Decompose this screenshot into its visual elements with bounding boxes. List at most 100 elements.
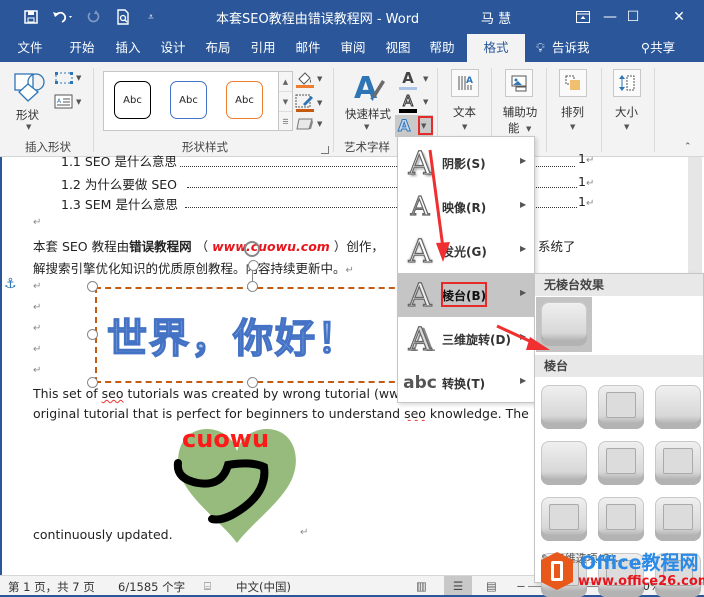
lightbulb-icon: 💡︎ (536, 40, 545, 55)
tab-review[interactable]: 审阅 (331, 34, 375, 62)
annotation-highlight-box (418, 116, 433, 135)
zoom-out-icon[interactable]: − (516, 579, 526, 593)
shapes-button[interactable]: 形状 ▼ (10, 68, 46, 131)
text-effects-menu: A 阴影(S) ▶ A 映像(R) ▶ A 发光(G) ▶ A 棱台(B) ▶ … (397, 136, 535, 403)
bevel-preset-4[interactable] (541, 441, 587, 485)
shape-style-blue[interactable]: Abc (170, 81, 207, 119)
undo-icon[interactable] (50, 6, 76, 28)
bevel-preset-7[interactable] (541, 497, 587, 541)
draw-textbox-button[interactable]: A ▼ (54, 94, 84, 112)
bevel-preset-9[interactable] (655, 497, 701, 541)
transform-icon: abc (403, 373, 437, 393)
quick-styles-button[interactable]: A 快速样式 ▼ (340, 68, 394, 134)
tab-mailings[interactable]: 邮件 (286, 34, 330, 62)
submenu-arrow-icon: ▶ (520, 376, 527, 385)
redo-icon[interactable] (83, 6, 103, 28)
bevel-preset-8[interactable] (598, 497, 644, 541)
toc-entry[interactable]: 1.1 SEO 是什么意思 (61, 151, 177, 169)
group-divider (333, 68, 334, 152)
shape-style-black[interactable]: Abc (114, 81, 151, 119)
edit-shape-button[interactable]: ▼ (54, 70, 84, 88)
text-effects-icon: A (397, 116, 411, 136)
share-label: 共享 (650, 40, 676, 55)
tell-me-search[interactable]: 💡︎ 告诉我 (536, 34, 606, 62)
arrange-button[interactable]: 排列 ▼ (554, 68, 594, 134)
no-bevel-option[interactable] (536, 297, 592, 352)
window-border (0, 157, 2, 575)
word-count[interactable]: 6/1585 个字 (118, 579, 185, 595)
tab-help[interactable]: 帮助 (420, 34, 464, 62)
text-button[interactable]: A 文本 ▼ (446, 68, 486, 134)
print-layout-icon[interactable]: ☰ (444, 576, 472, 597)
shapes-icon (14, 73, 45, 102)
logo-text: cuowu (182, 425, 269, 453)
page-count[interactable]: 第 1 页，共 7 页 (8, 579, 95, 595)
wordart-text[interactable]: 世界，你好！ (106, 306, 359, 364)
menu-item-3d-rotation[interactable]: A 三维旋转(D) ▶ (398, 317, 534, 361)
gallery-scroll-up-icon[interactable]: ▲ (279, 72, 292, 92)
bevel-preset-2[interactable] (598, 385, 644, 429)
tab-layout[interactable]: 布局 (196, 34, 240, 62)
read-mode-icon[interactable]: ▥ (416, 579, 427, 593)
text-outline-button[interactable]: A ▼ (397, 93, 433, 113)
toc-entry-text: 1.2 为什么要做 SEO (61, 177, 177, 192)
paragraph-mark: ↵ (300, 527, 309, 538)
menu-item-reflection[interactable]: A 映像(R) ▶ (398, 185, 534, 229)
site-link[interactable]: www.cuowu.com (212, 239, 330, 254)
maximize-button[interactable]: ☐ (613, 0, 653, 34)
ribbon: 形状 ▼ ▼ A ▼ 插入形状 Abc Abc Abc ▲ ▼ ☰ ▼ ▼ ▼ … (0, 62, 704, 157)
resize-handle-nw[interactable] (87, 281, 98, 292)
bevel-preset-3[interactable] (655, 385, 701, 429)
shape-outline-button[interactable]: ▼ (295, 94, 325, 112)
print-preview-icon[interactable] (112, 6, 134, 28)
gallery-scroll[interactable]: ▲ ▼ ☰ (279, 71, 293, 131)
tab-file[interactable]: 文件 (8, 34, 52, 62)
person-icon: ⚲ (640, 40, 651, 55)
gallery-scroll-down-icon[interactable]: ▼ (279, 92, 292, 112)
text-fill-button[interactable]: A ▼ (397, 70, 433, 90)
bevel-preset-1[interactable] (541, 385, 587, 429)
resize-handle-n[interactable] (247, 281, 258, 292)
shape-effects-button[interactable]: ▼ (295, 116, 325, 134)
menu-item-transform[interactable]: abc 转换(T) ▶ (398, 361, 534, 405)
tab-view[interactable]: 视图 (376, 34, 420, 62)
watermark-url: www.office26.com (578, 574, 704, 589)
size-button[interactable]: 大小 ▼ (608, 68, 648, 134)
rotate-handle[interactable] (248, 260, 259, 271)
save-icon[interactable] (20, 6, 42, 28)
shape-style-orange[interactable]: Abc (226, 81, 263, 119)
menu-item-glow[interactable]: A 发光(G) ▶ (398, 229, 534, 273)
group-divider (601, 68, 602, 152)
collapse-ribbon-icon[interactable]: ⌃ (684, 142, 692, 152)
bevel-preset-inner (606, 504, 636, 530)
chevron-down-icon: ▼ (624, 123, 630, 131)
tab-insert[interactable]: 插入 (106, 34, 150, 62)
close-button[interactable]: ✕ (659, 0, 699, 34)
tab-home[interactable]: 开始 (60, 34, 104, 62)
accessibility-button[interactable]: 辅助功 能 ▼ (498, 68, 542, 138)
bevel-preset-6[interactable] (655, 441, 701, 485)
resize-handle-w[interactable] (87, 329, 98, 340)
tab-references[interactable]: 引用 (241, 34, 285, 62)
word-window: ⩡ 本套SEO教程由错误教程网 - Word 马 慧 — ☐ ✕ 文件 开始 插… (0, 0, 704, 597)
shape-fill-button[interactable]: ▼ (295, 70, 325, 88)
language[interactable]: 中文(中国) (236, 579, 291, 595)
dialog-launcher-icon[interactable] (321, 146, 329, 154)
paragraph-mark: ↵ (33, 344, 42, 355)
user-name[interactable]: 马 慧 (481, 8, 511, 27)
chevron-down-icon: ▼ (570, 123, 576, 131)
toc-entry[interactable]: 1.2 为什么要做 SEO (61, 174, 177, 193)
gallery-more-icon[interactable]: ☰ (279, 112, 292, 132)
share-button[interactable]: ⚲共享 (630, 34, 686, 62)
svg-text:A: A (466, 76, 473, 86)
bevel-preset-5[interactable] (598, 441, 644, 485)
customize-qat-icon[interactable]: ⩡ (142, 6, 160, 28)
menu-item-shadow[interactable]: A 阴影(S) ▶ (398, 141, 534, 185)
tab-format[interactable]: 格式 (467, 34, 525, 62)
cursor-move-icon (244, 241, 260, 257)
web-layout-icon[interactable]: ▤ (486, 579, 497, 593)
cuowu-heart-logo[interactable]: cuowu (172, 425, 302, 545)
toc-entry[interactable]: 1.3 SEM 是什么意思 (61, 194, 178, 213)
proofing-icon[interactable]: ⌸ (204, 579, 211, 594)
tab-design[interactable]: 设计 (151, 34, 195, 62)
